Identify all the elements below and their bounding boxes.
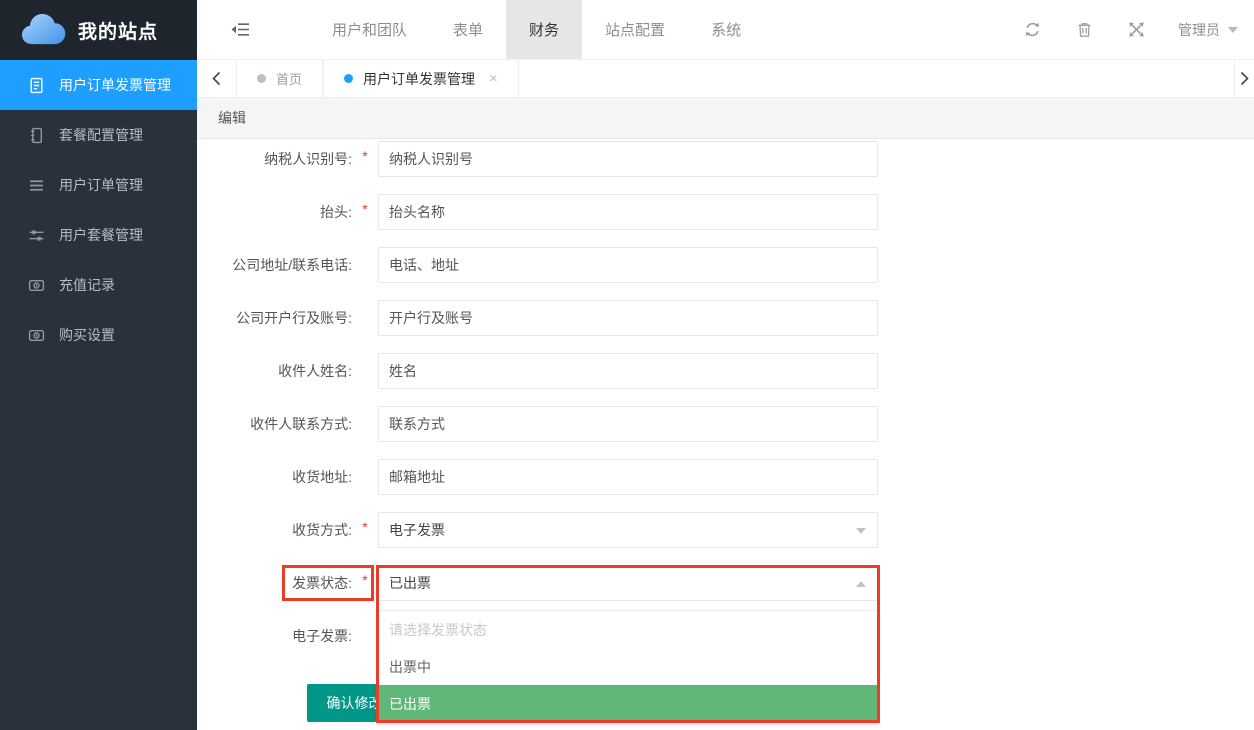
field-label: 抬头: — [197, 202, 352, 222]
sidebar-item-package-config[interactable]: 套餐配置管理 — [0, 110, 197, 160]
dropdown-option-placeholder[interactable]: 请选择发票状态 — [379, 611, 877, 648]
field-label: 公司开户行及账号: — [197, 308, 352, 328]
delivery-method-select[interactable]: 电子发票 — [378, 512, 878, 548]
required-asterisk: * — [352, 519, 378, 535]
top-menu: 用户和团队 表单 财务 站点配置 系统 — [309, 0, 764, 59]
field-label: 公司地址/联系电话: — [197, 255, 352, 275]
nav-item-finance[interactable]: 财务 — [506, 0, 582, 59]
field-label: 纳税人识别号: — [197, 149, 352, 169]
nav-item-forms[interactable]: 表单 — [430, 0, 506, 59]
admin-user-label: 管理员 — [1178, 20, 1220, 40]
form-row-taxpayer-id: 纳税人识别号: * — [197, 141, 1254, 177]
form-row-invoice-status: 发票状态: * 已出票 请选择发票状态 出票中 已出票 — [197, 565, 1254, 601]
dropdown-option-issuing[interactable]: 出票中 — [379, 648, 877, 685]
select-value: 电子发票 — [389, 520, 445, 540]
refresh-icon[interactable] — [1022, 20, 1042, 40]
company-address-phone-input[interactable] — [378, 247, 878, 283]
admin-user-menu[interactable]: 管理员 — [1178, 20, 1238, 40]
tab-bar: 首页 用户订单发票管理 × — [197, 60, 1254, 98]
taxpayer-id-input[interactable] — [378, 141, 878, 177]
form-row-company-bank-account: 公司开户行及账号: — [197, 300, 1254, 336]
top-navbar: 用户和团队 表单 财务 站点配置 系统 — [197, 0, 1254, 60]
chevron-down-icon — [1228, 27, 1238, 33]
tab-home[interactable]: 首页 — [237, 60, 323, 97]
sidebar-item-label: 充值记录 — [59, 275, 115, 295]
tab-status-dot — [257, 74, 266, 83]
navbar-actions: 管理员 — [1022, 0, 1254, 59]
order-list-icon — [28, 177, 45, 194]
site-title: 我的站点 — [78, 17, 158, 44]
sidebar-item-label: 用户订单管理 — [59, 175, 143, 195]
tab-invoice-management[interactable]: 用户订单发票管理 × — [323, 60, 519, 97]
field-label: 收件人姓名: — [197, 361, 352, 381]
dropdown-option-issued[interactable]: 已出票 — [379, 685, 877, 722]
sidebar-item-label: 用户套餐管理 — [59, 225, 143, 245]
form-row-invoice-title: 抬头: * — [197, 194, 1254, 230]
app-window: 我的站点 用户订单发票管理 套餐配置管理 — [0, 0, 1254, 730]
sidebar-item-label: 套餐配置管理 — [59, 125, 143, 145]
nav-item-site-config[interactable]: 站点配置 — [582, 0, 688, 59]
required-asterisk: * — [352, 572, 378, 588]
sidebar-item-label: 购买设置 — [59, 325, 115, 345]
tab-status-dot — [344, 74, 353, 83]
form-row-recipient-name: 收件人姓名: — [197, 353, 1254, 389]
nav-item-system[interactable]: 系统 — [688, 0, 764, 59]
purchase-settings-icon — [28, 327, 45, 344]
invoice-file-icon — [28, 77, 45, 94]
invoice-status-dropdown: 请选择发票状态 出票中 已出票 — [378, 610, 878, 723]
form-row-delivery-method: 收货方式: * 电子发票 — [197, 512, 1254, 548]
edit-form: 纳税人识别号: * 抬头: * 公司地址/联系电话: 公司开户行及账号: 收件人… — [197, 139, 1254, 730]
tab-label: 用户订单发票管理 — [363, 69, 475, 89]
close-icon[interactable]: × — [489, 70, 498, 87]
invoice-status-select[interactable]: 已出票 — [378, 565, 878, 601]
chevron-down-icon — [856, 528, 866, 534]
recipient-name-input[interactable] — [378, 353, 878, 389]
recharge-record-icon — [28, 277, 45, 294]
trash-icon[interactable] — [1074, 20, 1094, 40]
required-asterisk: * — [352, 148, 378, 164]
package-config-icon — [28, 127, 45, 144]
user-package-icon — [28, 227, 45, 244]
chevron-up-icon — [856, 581, 866, 587]
delivery-address-input[interactable] — [378, 459, 878, 495]
company-bank-account-input[interactable] — [378, 300, 878, 336]
sidebar-item-order-management[interactable]: 用户订单管理 — [0, 160, 197, 210]
sidebar-item-recharge-records[interactable]: 充值记录 — [0, 260, 197, 310]
sidebar-item-purchase-settings[interactable]: 购买设置 — [0, 310, 197, 360]
select-value: 已出票 — [389, 573, 431, 593]
fullscreen-icon[interactable] — [1126, 20, 1146, 40]
sidebar-item-user-package[interactable]: 用户套餐管理 — [0, 210, 197, 260]
page-toolbar: 编辑 — [197, 98, 1254, 139]
invoice-title-input[interactable] — [378, 194, 878, 230]
sidebar-item-invoice-management[interactable]: 用户订单发票管理 — [0, 60, 197, 110]
field-label: 收货地址: — [197, 467, 352, 487]
form-row-recipient-contact: 收件人联系方式: — [197, 406, 1254, 442]
tab-label: 首页 — [276, 69, 302, 88]
nav-item-users-teams[interactable]: 用户和团队 — [309, 0, 430, 59]
recipient-contact-input[interactable] — [378, 406, 878, 442]
field-label: 收件人联系方式: — [197, 414, 352, 434]
collapse-sidebar-icon[interactable] — [197, 0, 283, 59]
field-label: 电子发票: — [197, 626, 352, 646]
brand-header: 我的站点 — [0, 0, 197, 60]
sidebar: 用户订单发票管理 套餐配置管理 用户订单管理 — [0, 60, 197, 730]
sidebar-item-label: 用户订单发票管理 — [59, 75, 171, 95]
field-label: 发票状态: — [197, 573, 352, 593]
field-label: 收货方式: — [197, 520, 352, 540]
form-row-company-address-phone: 公司地址/联系电话: — [197, 247, 1254, 283]
form-row-delivery-address: 收货地址: — [197, 459, 1254, 495]
required-asterisk: * — [352, 201, 378, 217]
cloud-icon — [20, 14, 66, 47]
tabs-scroll-left-icon[interactable] — [197, 60, 237, 97]
tabs-scroll-right-icon[interactable] — [1234, 60, 1254, 97]
page-title: 编辑 — [218, 108, 246, 128]
